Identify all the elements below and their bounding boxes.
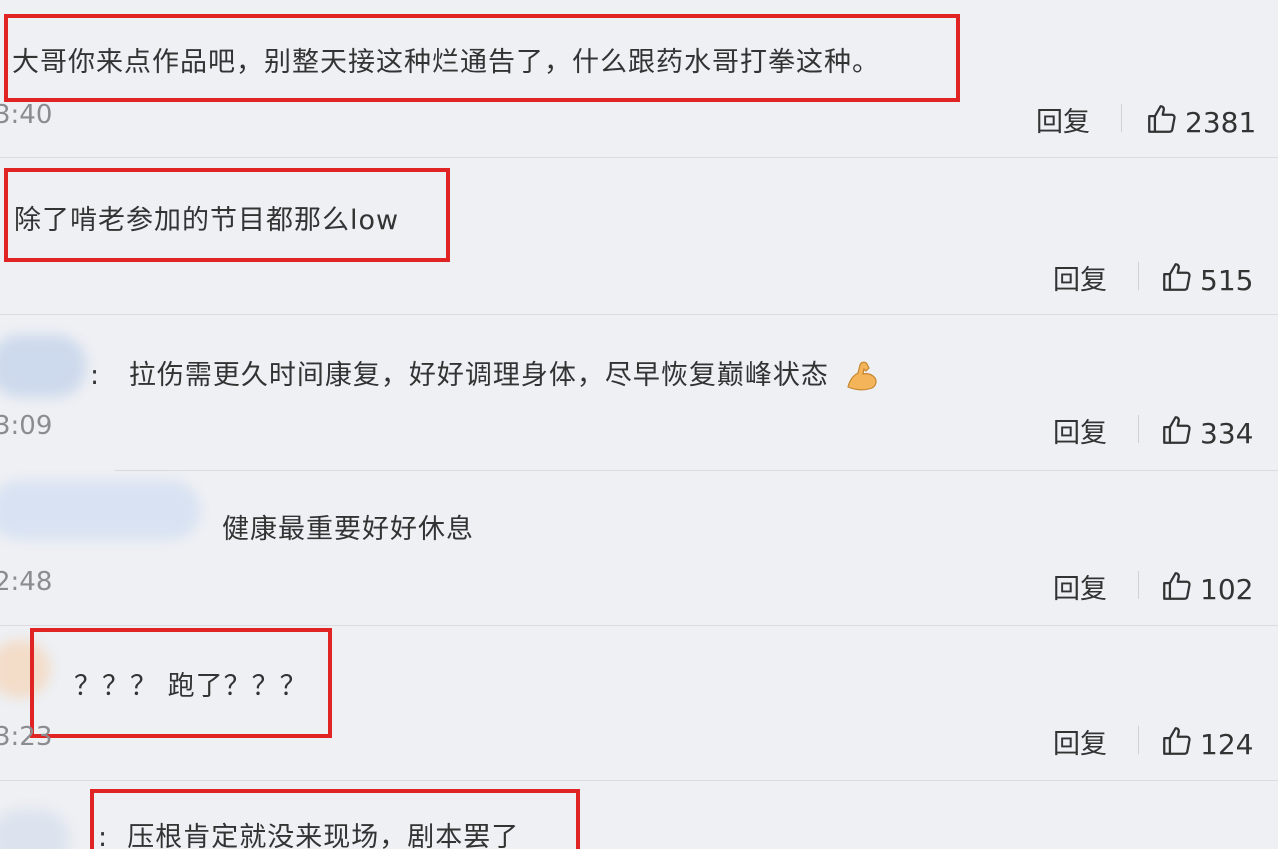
- comment-text: 大哥你来点作品吧，别整天接这种烂通告了，什么跟药水哥打拳这种。: [12, 47, 880, 78]
- thumbs-up-icon: [1160, 724, 1200, 765]
- blurred-username: [0, 481, 200, 539]
- comment-text: : 压根肯定就没来现场，剧本罢了: [98, 815, 519, 849]
- like-count: 515: [1200, 264, 1254, 297]
- like-count: 334: [1200, 417, 1254, 450]
- comment-item: 健康最重要好好休息 2:48 回复 102: [0, 471, 1278, 626]
- comment-time: 3:09: [0, 411, 53, 441]
- action-separator: [1138, 726, 1139, 754]
- name-colon: :: [98, 822, 128, 849]
- comment-text: 健康最重要好好休息: [222, 514, 474, 545]
- comment-feed: 大哥你来点作品吧，别整天接这种烂通告了，什么跟药水哥打拳这种。 3:40 回复 …: [0, 0, 1278, 849]
- comment-body: 压根肯定就没来现场，剧本罢了: [127, 822, 520, 849]
- comment-time: 2:48: [0, 567, 53, 597]
- comment-time: 3:23: [0, 722, 53, 752]
- thumbs-up-icon: [1160, 413, 1200, 454]
- action-separator: [1121, 104, 1122, 132]
- like-button[interactable]: 2381: [1145, 102, 1256, 143]
- thumbs-up-icon: [1145, 102, 1185, 143]
- reply-button[interactable]: 回复: [1053, 567, 1107, 606]
- like-button[interactable]: 515: [1160, 260, 1253, 301]
- like-count: 2381: [1185, 106, 1257, 139]
- comment-text: : 拉伤需更久时间康复，好好调理身体，尽早恢复巅峰状态: [90, 353, 882, 397]
- comment-time: 3:40: [0, 100, 53, 130]
- thumbs-up-icon: [1160, 569, 1200, 610]
- action-separator: [1138, 571, 1139, 599]
- comment-item: : 拉伤需更久时间康复，好好调理身体，尽早恢复巅峰状态 3:09 回复 334: [0, 315, 1278, 471]
- reply-button[interactable]: 回复: [1053, 722, 1107, 761]
- like-button[interactable]: 334: [1160, 413, 1253, 454]
- comment-item: 除了啃老参加的节目都那么low 回复 515: [0, 158, 1278, 315]
- action-separator: [1138, 262, 1139, 290]
- reply-button[interactable]: 回复: [1053, 258, 1107, 297]
- like-count: 102: [1200, 573, 1254, 606]
- blurred-avatar: [0, 809, 70, 849]
- action-separator: [1138, 415, 1139, 443]
- comment-item: : 压根肯定就没来现场，剧本罢了: [0, 781, 1278, 849]
- reply-button[interactable]: 回复: [1053, 411, 1107, 450]
- comment-text: ？？？ 跑了？？？: [74, 671, 308, 702]
- like-button[interactable]: 124: [1160, 724, 1253, 765]
- like-button[interactable]: 102: [1160, 569, 1253, 610]
- flexed-biceps-icon: [842, 357, 882, 397]
- thumbs-up-icon: [1160, 260, 1200, 301]
- comment-item: ？？？ 跑了？？？ 3:23 回复 124: [0, 626, 1278, 781]
- comment-body: 拉伤需更久时间康复，好好调理身体，尽早恢复巅峰状态: [128, 360, 829, 391]
- comment-text: 除了啃老参加的节目都那么low: [14, 205, 400, 236]
- comment-item: 大哥你来点作品吧，别整天接这种烂通告了，什么跟药水哥打拳这种。 3:40 回复 …: [0, 0, 1278, 158]
- like-count: 124: [1200, 728, 1254, 761]
- reply-button[interactable]: 回复: [1036, 100, 1090, 139]
- blurred-username: [0, 335, 86, 397]
- name-colon: :: [90, 360, 129, 391]
